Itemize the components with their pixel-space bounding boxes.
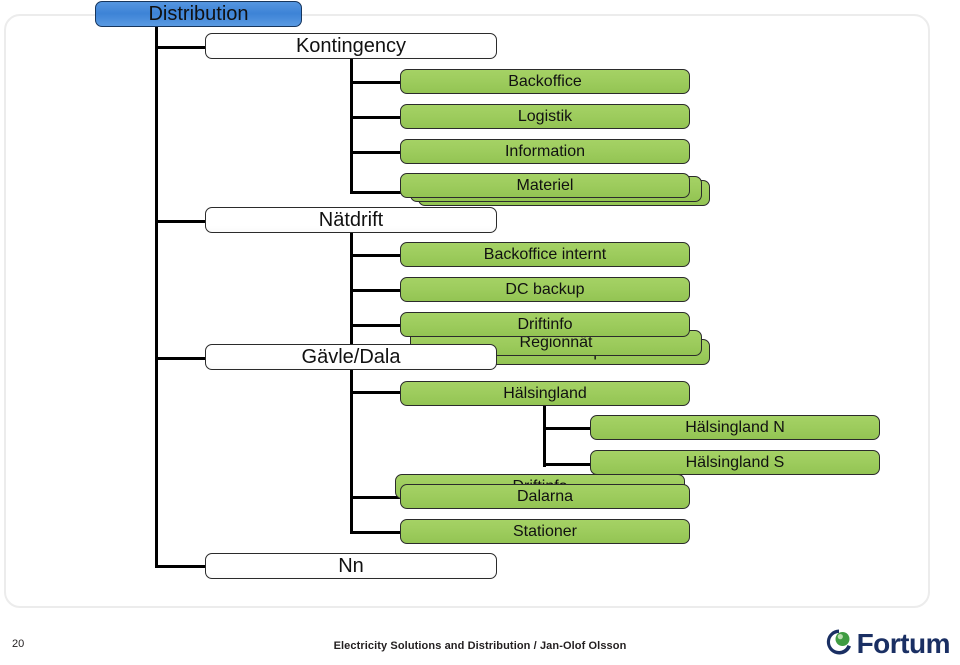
connector-root-to-natdrift	[155, 220, 207, 223]
node-label: Stationer	[512, 522, 578, 540]
node-information[interactable]: Information	[400, 139, 690, 164]
connector-kontingency-child-2	[350, 116, 402, 119]
node-label: Backoffice	[508, 72, 582, 90]
brand-wordmark: Fortum	[856, 628, 951, 659]
node-label: Logistik	[517, 107, 573, 125]
connector-root-to-nn	[155, 565, 207, 568]
node-halsingland-s[interactable]: Hälsingland S	[590, 450, 880, 475]
slide-canvas: Distribution Kontingency Backoffice Logi…	[0, 0, 960, 665]
connector-kontingency-child-1	[350, 81, 402, 84]
node-label: Hälsingland	[503, 384, 587, 402]
node-label: Dalarna	[516, 487, 574, 505]
node-label: Nätdrift	[318, 208, 384, 231]
brand-logo: Fortum	[824, 627, 951, 662]
node-label: Materiel	[516, 176, 574, 194]
node-label: Kontingency	[295, 34, 407, 57]
connector-natdrift-child-2	[350, 289, 402, 292]
node-stationer[interactable]: Stationer	[400, 519, 690, 544]
connector-gavledala-child-halsingland	[350, 391, 402, 394]
connector-gavledala-child-stationer	[350, 531, 402, 534]
node-label: Hälsingland S	[685, 453, 785, 471]
node-backoffice-internt[interactable]: Backoffice internt	[400, 242, 690, 267]
connector-halsingland-child-s	[543, 463, 595, 466]
node-materiel[interactable]: Materiel	[400, 173, 690, 198]
node-label: Gävle/Dala	[301, 345, 401, 368]
connector-root-to-gavledala	[155, 357, 207, 360]
node-natdrift[interactable]: Nätdrift	[205, 207, 497, 233]
connector-natdrift-child-1	[350, 254, 402, 257]
node-kontingency[interactable]: Kontingency	[205, 33, 497, 59]
node-driftinfo-natdrift[interactable]: Driftinfo	[400, 312, 690, 337]
node-halsingland-n[interactable]: Hälsingland N	[590, 415, 880, 440]
connector-kontingency-child-4	[350, 191, 402, 194]
node-label: Hälsingland N	[685, 418, 785, 436]
node-label: Backoffice internt	[483, 245, 607, 263]
node-dalarna[interactable]: Dalarna	[400, 484, 690, 509]
connector-halsingland-child-n	[543, 427, 595, 430]
node-label: Distribution	[148, 2, 249, 25]
connector-gavledala-child-dalarna	[350, 496, 402, 499]
connector-root-to-kontingency	[155, 46, 207, 49]
node-label: Nn	[338, 554, 364, 577]
fortum-sphere-icon	[824, 627, 854, 662]
node-nn[interactable]: Nn	[205, 553, 497, 579]
node-halsingland[interactable]: Hälsingland	[400, 381, 690, 406]
node-label: Information	[504, 142, 586, 160]
footer-credit: Electricity Solutions and Distribution /…	[333, 640, 627, 652]
node-logistik[interactable]: Logistik	[400, 104, 690, 129]
connector-kontingency-child-3	[350, 151, 402, 154]
node-label: DC backup	[505, 280, 585, 298]
connector-kontingency-spine	[350, 57, 353, 194]
connector-halsingland-spine	[543, 402, 546, 467]
node-label: Driftinfo	[517, 315, 573, 333]
node-distribution[interactable]: Distribution	[95, 1, 302, 27]
node-backoffice[interactable]: Backoffice	[400, 69, 690, 94]
node-gavle-dala[interactable]: Gävle/Dala	[205, 344, 497, 370]
connector-natdrift-child-3	[350, 324, 402, 327]
connector-root-spine	[155, 22, 158, 567]
node-dc-backup[interactable]: DC backup	[400, 277, 690, 302]
